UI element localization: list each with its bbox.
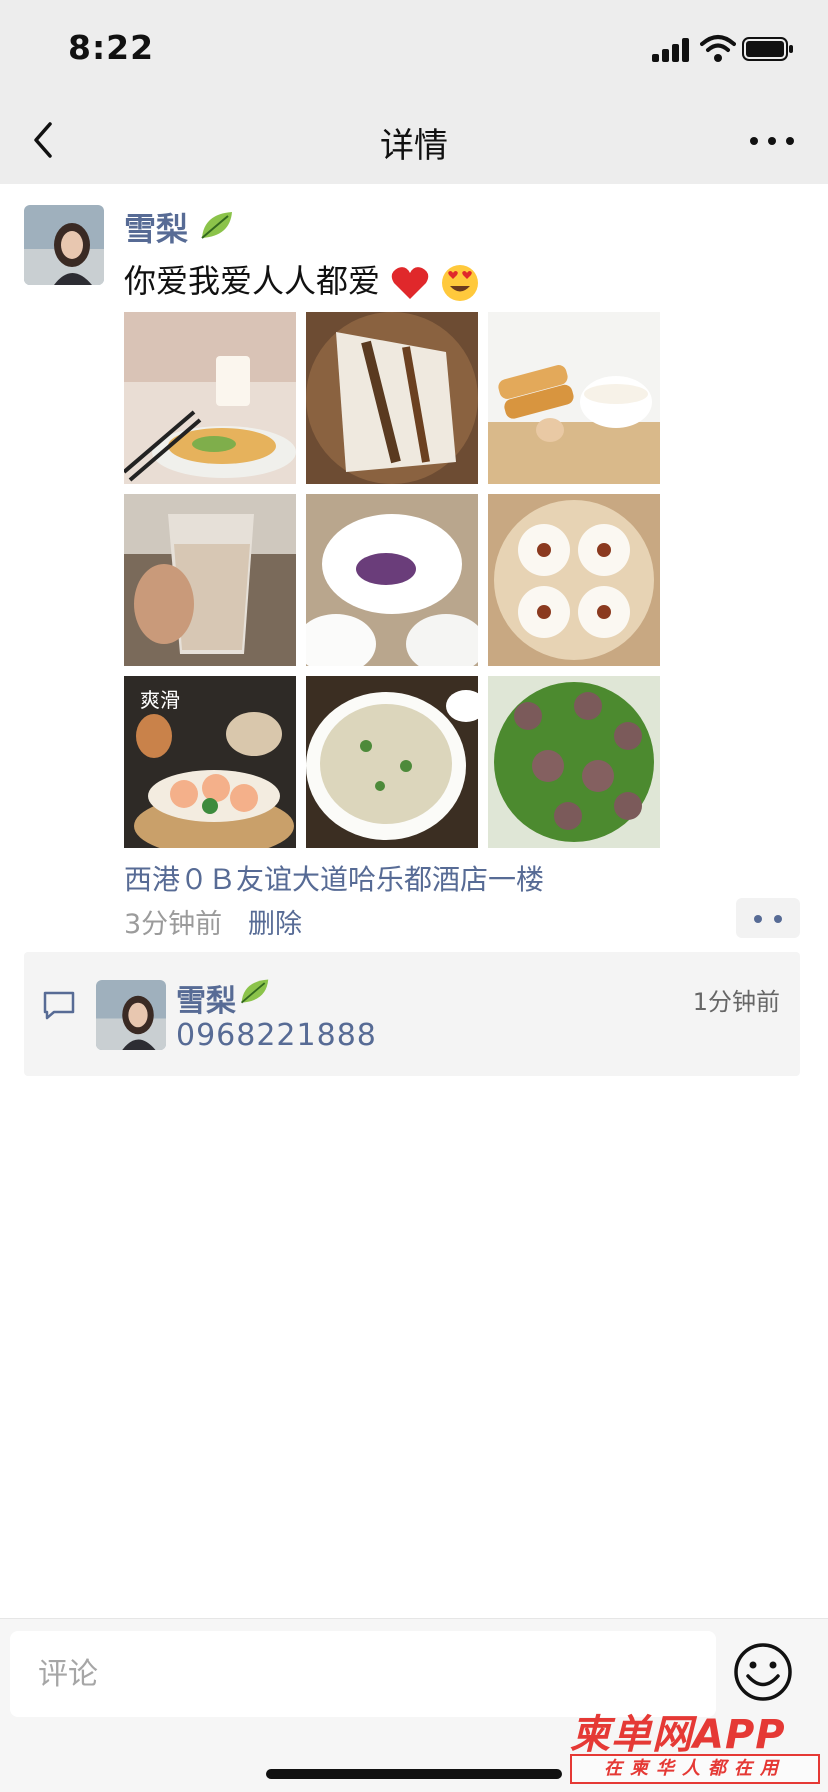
comment-bubble-icon — [43, 991, 75, 1020]
post-author-name[interactable]: 雪梨 — [124, 204, 188, 250]
photo-8[interactable] — [306, 676, 478, 848]
post-location[interactable]: 西港０Ｂ友谊大道哈乐都酒店一楼 — [124, 858, 544, 898]
watermark-logo: 柬单网APP 在柬华人都在用 — [568, 1702, 824, 1788]
more-options-button[interactable] — [748, 130, 796, 152]
photo-6[interactable] — [488, 494, 660, 666]
leaf-emoji-icon — [201, 212, 232, 239]
cellular-signal-icon — [652, 38, 694, 62]
top-bar: 8:22 详情 — [0, 0, 828, 184]
watermark-subtitle: 在柬华人都在用 — [570, 1754, 820, 1784]
photo-1[interactable] — [124, 312, 296, 484]
commenter-avatar[interactable] — [96, 980, 166, 1050]
photo-2[interactable] — [306, 312, 478, 484]
heart-eyes-face-icon — [442, 265, 479, 301]
author-avatar[interactable] — [24, 205, 104, 285]
commenter-name[interactable]: 雪梨 — [176, 976, 236, 1020]
red-heart-icon — [391, 267, 429, 299]
comment-section: 雪梨 1分钟前 0968221888 — [24, 952, 800, 1076]
post-body: 你爱我爱人人都爱 — [124, 262, 381, 300]
emoji-picker-icon[interactable] — [732, 1641, 794, 1703]
photo-caption: 爽滑 — [140, 688, 180, 712]
battery-icon — [742, 37, 793, 61]
delete-button[interactable]: 删除 — [248, 902, 302, 941]
photo-3[interactable] — [488, 312, 660, 484]
post-text: 你爱我爱人人都爱 — [124, 256, 480, 303]
leaf-emoji-icon — [240, 979, 269, 1004]
comment-text[interactable]: 0968221888 — [176, 1018, 377, 1053]
photo-4[interactable] — [124, 494, 296, 666]
photo-5[interactable] — [306, 494, 478, 666]
photo-grid: 爽滑 — [124, 312, 660, 848]
status-time: 8:22 — [68, 28, 155, 67]
page-title: 详情 — [380, 126, 448, 166]
like-comment-button[interactable] — [736, 898, 800, 938]
watermark-title: 柬单网APP — [570, 1712, 786, 1758]
home-indicator[interactable] — [266, 1769, 562, 1779]
photo-9[interactable] — [488, 676, 660, 848]
wifi-icon — [700, 35, 736, 62]
comment-time: 1分钟前 — [692, 988, 780, 1016]
photo-7[interactable]: 爽滑 — [124, 676, 296, 848]
post-time: 3分钟前 — [124, 909, 223, 940]
